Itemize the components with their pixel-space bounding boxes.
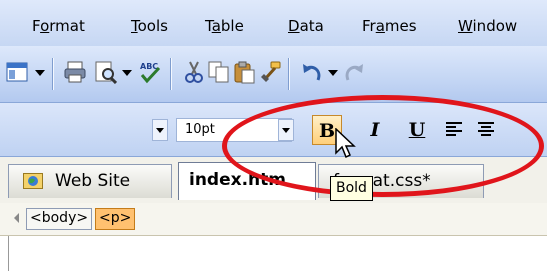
cut-icon[interactable]: [182, 60, 206, 84]
tooltip-text: Bold: [336, 180, 367, 196]
font-dropdown-button[interactable]: [152, 119, 168, 141]
preview-dropdown-icon[interactable]: [122, 70, 132, 76]
highlight-circle: [222, 95, 544, 197]
tab-label: Web Site: [55, 171, 131, 191]
quick-tag-selector: <body> <p>: [0, 203, 547, 236]
menu-format[interactable]: Format: [32, 17, 85, 35]
toolbar-separator: [170, 58, 172, 90]
spelling-icon[interactable]: ABC: [138, 60, 162, 84]
format-painter-icon[interactable]: [258, 60, 282, 84]
tag-body[interactable]: <body>: [26, 208, 93, 230]
toolbar-separator: [52, 58, 54, 90]
paste-icon[interactable]: [232, 60, 256, 84]
copy-icon[interactable]: [207, 60, 231, 84]
menu-window[interactable]: Window: [458, 17, 517, 35]
tag-p[interactable]: <p>: [95, 208, 136, 230]
view-dropdown-icon[interactable]: [35, 70, 45, 76]
editor-border: [8, 236, 9, 271]
menu-table[interactable]: Table: [205, 17, 244, 35]
menu-tools[interactable]: Tools: [131, 17, 168, 35]
tooltip: Bold: [330, 176, 373, 201]
redo-icon[interactable]: [342, 60, 366, 84]
print-preview-icon[interactable]: [93, 60, 117, 84]
tag-scroll-left-icon[interactable]: [14, 213, 19, 223]
font-size-value: 10pt: [185, 122, 215, 137]
view-icon[interactable]: [5, 60, 29, 84]
tab-web-site[interactable]: Web Site: [8, 164, 172, 198]
mouse-cursor-icon: [335, 128, 356, 159]
website-icon: [23, 173, 43, 189]
menu-data[interactable]: Data: [288, 17, 324, 35]
print-icon[interactable]: [63, 60, 87, 84]
standard-toolbar: ABC: [0, 46, 547, 103]
undo-dropdown-icon[interactable]: [328, 70, 338, 76]
undo-icon[interactable]: [300, 60, 324, 84]
menu-frames[interactable]: Frames: [362, 17, 417, 35]
toolbar-separator: [288, 58, 290, 90]
editor-area[interactable]: [0, 236, 547, 271]
menu-bar: Format Tools Table Data Frames Window: [0, 0, 547, 47]
